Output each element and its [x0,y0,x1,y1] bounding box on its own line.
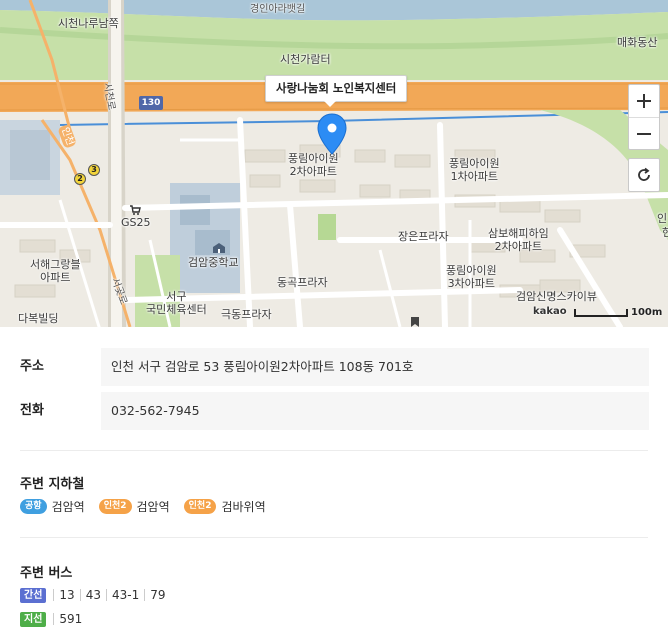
phone-label: 전화 [20,403,44,418]
map-label-gs25: GS25 [121,216,151,229]
refresh-control [628,158,660,192]
bus-type-badge: 간선 [20,587,47,603]
bookmark-icon [410,313,420,327]
bus-number[interactable]: 591 [53,613,87,625]
map-label-pungrim3: 풍림아이원 3차아파트 [446,264,497,290]
plus-icon [637,94,651,108]
refresh-button[interactable] [629,159,659,191]
phone-value[interactable]: 032-562-7945 [101,392,649,430]
place-callout[interactable]: 사랑나눔회 노인복지센터 [265,75,408,107]
bus-row-trunk: 간선 13 43 43-1 79 [20,587,170,603]
bus-section-title: 주변 버스 [20,566,73,581]
map-label-seohae: 서해그랑블 아파트 [30,258,81,284]
station-badge-2: 2 [74,173,86,185]
subway-line-badge: 인천2 [98,498,132,514]
map-label-seogu-sports: 서구 국민체육센터 [146,290,207,316]
subway-station[interactable]: 검암역 [137,498,170,515]
bus-number[interactable]: 79 [144,589,170,601]
zoom-controls [628,84,660,150]
address-label: 주소 [20,359,44,374]
bus-number[interactable]: 13 [53,589,79,601]
address-value: 인천 서구 검암로 53 풍림아이원2차아파트 108동 701호 [101,348,649,386]
kakao-logo: kakao [533,306,567,317]
bus-row-branch: 지선 591 [20,611,87,627]
scale-bar [574,309,628,317]
place-info-panel: 주소 인천 서구 검암로 53 풍림아이원2차아파트 108동 701호 전화 … [0,327,668,637]
school-icon [212,239,226,253]
map-label-sicheon-narubuk: 시천나루남쪽 [58,17,119,30]
address-row: 주소 인천 서구 검암로 53 풍림아이원2차아파트 108동 701호 [0,348,668,386]
map-label-pungrim2: 풍림아이원 2차아파트 [288,152,339,178]
station-badge-3: 3 [88,164,100,176]
map-label-riverside-road: 경인아라뱃길 [250,4,306,15]
map-label-geukdong: 극동프라자 [221,308,272,321]
scale-label: 100m [631,307,663,318]
minus-icon [637,132,651,135]
subway-line-badge: 공항 [20,498,47,514]
subway-list: 공항 검암역 인천2 검암역 인천2 검바위역 [20,498,280,514]
bus-type-badge: 지선 [20,611,47,627]
highway-route-badge: 130 [139,96,163,110]
map-label-maehwa: 매화동산 [617,36,658,49]
map-label-sicheon-garamteo: 시천가람터 [280,53,331,66]
location-marker-icon[interactable] [317,113,347,155]
map-label-geomam-sinmyeong: 검암신명스카이뷰 [516,290,597,303]
map-label-donggok: 동곡프라자 [277,276,328,289]
refresh-icon [638,167,650,181]
divider [20,537,648,538]
subway-station[interactable]: 검암역 [52,498,85,515]
map-label-dabok: 다복빌딩 [18,312,59,325]
map-label-in-right: 인 [657,212,668,225]
map-label-pungrim1: 풍림아이원 1차아파트 [449,157,500,183]
map-label-jangeun: 장은프라자 [398,230,449,243]
zoom-out-button[interactable] [629,117,659,149]
map-label-geomam-middle-school: 검암중학교 [188,256,239,269]
map-label-sambo: 삼보해피하임 2차아파트 [488,227,549,253]
divider [20,450,648,451]
subway-section-title: 주변 지하철 [20,477,85,492]
bus-number[interactable]: 43-1 [105,589,144,601]
phone-row: 전화 032-562-7945 [0,392,668,430]
subway-line-badge: 인천2 [183,498,217,514]
map-view[interactable]: 경인아라뱃길 시천나루남쪽 시천가람터 매화동산 인 현 풍림아이원 2차아파트… [0,0,668,327]
subway-station[interactable]: 검바위역 [221,498,265,515]
map-label-hyeon-right: 현 [662,226,668,239]
zoom-in-button[interactable] [629,85,659,117]
convenience-store-icon [129,201,141,215]
bus-number[interactable]: 43 [79,589,106,601]
